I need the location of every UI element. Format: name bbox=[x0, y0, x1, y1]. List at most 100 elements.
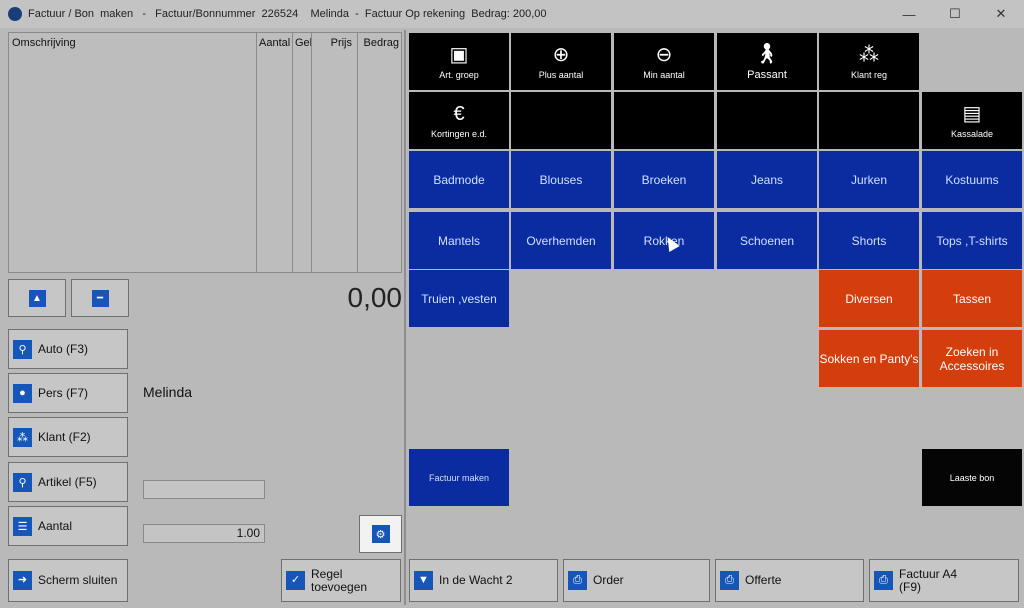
scroll-up-button[interactable]: ▲ bbox=[8, 279, 66, 317]
close-button[interactable]: ✕ bbox=[978, 0, 1024, 28]
column-header-prijs[interactable]: Prijs bbox=[312, 33, 354, 53]
tile-empty[interactable] bbox=[614, 92, 714, 149]
plus-circle-icon: ⊕ bbox=[552, 43, 570, 66]
auto-button[interactable]: ⚲ Auto (F3) bbox=[8, 329, 128, 369]
printer-icon: ⎙ bbox=[874, 571, 893, 590]
tile-min-aantal[interactable]: ⊖ Min aantal bbox=[614, 33, 714, 90]
total-amount: 0,00 bbox=[347, 282, 403, 313]
tile-blouses[interactable]: Blouses bbox=[511, 151, 611, 208]
auto-button-label: Auto (F3) bbox=[38, 342, 89, 356]
artikel-button-label: Artikel (F5) bbox=[38, 475, 97, 489]
tile-label: Kortingen e.d. bbox=[430, 128, 488, 139]
tile-tassen[interactable]: Tassen bbox=[922, 270, 1022, 327]
tile-jeans[interactable]: Jeans bbox=[717, 151, 817, 208]
order-label: Order bbox=[593, 573, 624, 587]
close-screen-button[interactable]: ➜ Scherm sluiten bbox=[8, 559, 128, 602]
column-divider bbox=[256, 33, 257, 272]
tile-empty[interactable] bbox=[717, 92, 817, 149]
invoice-lines-grid[interactable]: Omschrijving Aantal Gel Prijs Bedrag bbox=[8, 32, 402, 273]
column-header-aantal[interactable]: Aantal bbox=[257, 33, 291, 53]
discount-hand-icon: € bbox=[453, 102, 465, 125]
tile-label: Min aantal bbox=[643, 69, 685, 80]
group-icon: ⁂ bbox=[13, 427, 32, 447]
add-line-button[interactable]: ✓ Regel toevoegen bbox=[281, 559, 401, 602]
pers-button[interactable]: ● Pers (F7) bbox=[8, 373, 128, 413]
minus-circle-icon: ⊖ bbox=[655, 43, 673, 66]
minus-icon: ━ bbox=[91, 289, 109, 307]
printer-icon: ⎙ bbox=[568, 571, 587, 590]
tile-tops[interactable]: Tops ,T-shirts bbox=[922, 212, 1022, 269]
title-bar: Factuur / Bon maken - Factuur/Bonnummer … bbox=[0, 0, 1024, 28]
tile-zoeken[interactable]: Zoeken in Accessoires bbox=[922, 330, 1022, 387]
tile-schoenen[interactable]: Schoenen bbox=[717, 212, 817, 269]
tile-label: Art. groep bbox=[439, 69, 479, 80]
tile-passant[interactable]: 🚶︎ Passant bbox=[717, 33, 817, 90]
settings-button[interactable]: ⚙ bbox=[359, 515, 402, 553]
tile-klant-reg[interactable]: ⁂ Klant reg bbox=[819, 33, 919, 90]
tile-laaste-bon[interactable]: Laaste bon bbox=[922, 449, 1022, 506]
order-button[interactable]: ⎙ Order bbox=[563, 559, 710, 602]
klant-button-label: Klant (F2) bbox=[38, 430, 91, 444]
tile-shorts[interactable]: Shorts bbox=[819, 212, 919, 269]
column-divider bbox=[311, 33, 312, 272]
list-icon: ☰ bbox=[13, 516, 32, 536]
wait-button[interactable]: ▼ In de Wacht 2 bbox=[409, 559, 558, 602]
tile-label: Kassalade bbox=[950, 128, 994, 139]
cash-drawer-icon: ▤ bbox=[962, 102, 982, 125]
walking-person-icon: 🚶︎ bbox=[754, 42, 780, 65]
person-icon: ● bbox=[13, 383, 32, 403]
group-icon: ⁂ bbox=[859, 43, 879, 66]
boxes-icon: ▣ bbox=[449, 43, 469, 66]
invoice-a4-label: Factuur A4 (F9) bbox=[899, 566, 958, 594]
article-field[interactable] bbox=[143, 480, 265, 499]
customer-name: Melinda bbox=[143, 384, 193, 400]
search-icon: ⚲ bbox=[13, 339, 32, 359]
add-line-label: Regel toevoegen bbox=[311, 566, 368, 594]
close-screen-label: Scherm sluiten bbox=[38, 573, 118, 587]
checkmark-icon: ✓ bbox=[286, 571, 305, 590]
column-header-gel[interactable]: Gel bbox=[293, 33, 311, 53]
klant-button[interactable]: ⁂ Klant (F2) bbox=[8, 417, 128, 457]
pers-button-label: Pers (F7) bbox=[38, 386, 89, 400]
app-icon bbox=[8, 7, 22, 21]
tile-kassalade[interactable]: ▤ Kassalade bbox=[922, 92, 1022, 149]
aantal-button-label: Aantal bbox=[38, 519, 73, 533]
tile-label: Plus aantal bbox=[538, 69, 584, 80]
tile-sokken[interactable]: Sokken en Panty's bbox=[819, 330, 919, 387]
tile-mantels[interactable]: Mantels bbox=[409, 212, 509, 269]
tile-plus-aantal[interactable]: ⊕ Plus aantal bbox=[511, 33, 611, 90]
tile-broeken[interactable]: Broeken bbox=[614, 151, 714, 208]
tile-truien[interactable]: Truien ,vesten bbox=[409, 270, 509, 327]
tile-badmode[interactable]: Badmode bbox=[409, 151, 509, 208]
quote-label: Offerte bbox=[745, 573, 782, 587]
tile-empty[interactable] bbox=[819, 92, 919, 149]
invoice-a4-button[interactable]: ⎙ Factuur A4 (F9) bbox=[869, 559, 1019, 602]
exit-icon: ➜ bbox=[13, 571, 32, 590]
remove-line-button[interactable]: ━ bbox=[71, 279, 129, 317]
quantity-field[interactable]: 1.00 bbox=[143, 524, 265, 543]
minimize-button[interactable]: — bbox=[886, 0, 932, 28]
triangle-up-icon: ▲ bbox=[28, 289, 46, 307]
column-header-omschrijving[interactable]: Omschrijving bbox=[10, 33, 250, 53]
tile-empty[interactable] bbox=[511, 92, 611, 149]
tile-diversen[interactable]: Diversen bbox=[819, 270, 919, 327]
tile-kostuums[interactable]: Kostuums bbox=[922, 151, 1022, 208]
gears-icon: ⚙ bbox=[371, 525, 390, 543]
wait-label: In de Wacht 2 bbox=[439, 573, 513, 587]
aantal-button[interactable]: ☰ Aantal bbox=[8, 506, 128, 546]
artikel-button[interactable]: ⚲ Artikel (F5) bbox=[8, 462, 128, 502]
tile-label: Klant reg bbox=[850, 69, 888, 80]
maximize-button[interactable]: ☐ bbox=[932, 0, 978, 28]
column-divider bbox=[292, 33, 293, 272]
column-divider bbox=[357, 33, 358, 272]
column-header-bedrag[interactable]: Bedrag bbox=[358, 33, 401, 53]
tile-overhemden[interactable]: Overhemden bbox=[511, 212, 611, 269]
quote-button[interactable]: ⎙ Offerte bbox=[715, 559, 864, 602]
tile-jurken[interactable]: Jurken bbox=[819, 151, 919, 208]
tile-factuur-maken[interactable]: Factuur maken bbox=[409, 449, 509, 506]
tile-kortingen[interactable]: € Kortingen e.d. bbox=[409, 92, 509, 149]
printer-icon: ⎙ bbox=[720, 571, 739, 590]
tile-label: Passant bbox=[747, 68, 787, 81]
window-title: Factuur / Bon maken - Factuur/Bonnummer … bbox=[28, 8, 547, 20]
tile-art-groep[interactable]: ▣ Art. groep bbox=[409, 33, 509, 90]
